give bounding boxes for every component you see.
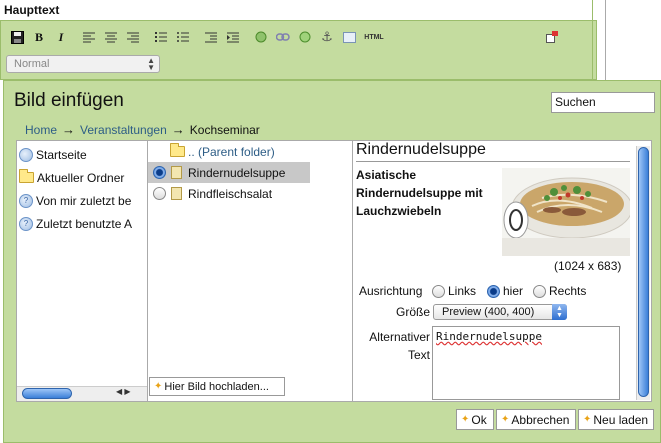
image-icon[interactable] xyxy=(250,27,272,47)
parent-folder-item[interactable]: .. (Parent folder) xyxy=(148,141,352,162)
button-label: Abbrechen xyxy=(511,412,570,427)
align-right-icon[interactable] xyxy=(122,27,144,47)
bold-button[interactable]: B xyxy=(28,27,50,47)
scroll-arrows-icon[interactable]: ◀ ▶ xyxy=(116,387,131,396)
spark-icon: ✦ xyxy=(501,414,510,425)
arrow-right-icon: → xyxy=(171,122,185,137)
cancel-button[interactable]: ✦ Abbrechen xyxy=(496,409,576,430)
dialog-title: Bild einfügen xyxy=(14,90,124,111)
file-list: .. (Parent folder) Rindernudelsuppe Rind… xyxy=(147,140,353,402)
align-left-option[interactable]: Links xyxy=(432,284,476,298)
globe-icon xyxy=(19,147,33,162)
location-nav: Startseite Aktueller Ordner ? Von mir zu… xyxy=(16,140,148,402)
breadcrumb: Home → Veranstaltungen → Kochseminar xyxy=(25,122,260,137)
parent-folder-label: .. (Parent folder) xyxy=(188,144,275,159)
upload-image-button[interactable]: ✦ Hier Bild hochladen... xyxy=(149,377,285,396)
size-label: Größe xyxy=(396,305,431,319)
alt-text-label: Alternativer Text xyxy=(362,328,430,364)
divider xyxy=(592,0,593,82)
file-radio[interactable] xyxy=(153,187,166,200)
editor-toolbar: B I ⚓ HTML xyxy=(6,26,388,48)
image-dimensions: (1024 x 683) xyxy=(554,259,622,273)
align-right-option[interactable]: Rechts xyxy=(533,284,586,298)
radio[interactable] xyxy=(533,284,546,298)
anchor-icon[interactable]: ⚓ xyxy=(316,27,338,47)
save-icon[interactable] xyxy=(6,27,28,47)
list-item[interactable]: Rindfleischsalat xyxy=(148,183,352,204)
preview-title: Rindernudelsuppe xyxy=(356,141,630,162)
file-label: Rindfleischsalat xyxy=(188,186,273,201)
nav-item-label: Von mir zuletzt be xyxy=(36,193,132,208)
breadcrumb-home[interactable]: Home xyxy=(25,123,57,137)
spark-icon: ✦ xyxy=(583,414,592,425)
nav-item-aktueller-ordner[interactable]: Aktueller Ordner xyxy=(17,166,147,189)
folder-icon xyxy=(170,143,185,157)
ordered-list-icon[interactable] xyxy=(150,27,172,47)
format-select[interactable]: Normal ▲ ▼ xyxy=(6,55,160,73)
preview-image xyxy=(502,168,630,256)
search-input[interactable]: Suchen xyxy=(551,92,655,113)
scrollbar-thumb[interactable] xyxy=(22,388,72,399)
radio[interactable] xyxy=(487,284,500,298)
question-icon: ? xyxy=(19,193,33,208)
link-icon[interactable] xyxy=(272,27,294,47)
nav-item-zuletzt-benutzte[interactable]: ? Zuletzt benutzte A xyxy=(17,212,147,235)
html-source-button[interactable]: HTML xyxy=(360,27,388,47)
file-label: Rindernudelsuppe xyxy=(188,165,286,180)
upload-icon: ✦ xyxy=(154,381,163,392)
nav-item-label: Zuletzt benutzte A xyxy=(36,216,133,231)
align-left-icon[interactable] xyxy=(78,27,100,47)
list-item[interactable]: Rindernudelsuppe xyxy=(148,162,310,183)
table-icon[interactable] xyxy=(338,27,360,47)
breadcrumb-veranstaltungen[interactable]: Veranstaltungen xyxy=(80,123,167,137)
scrollbar-thumb[interactable] xyxy=(638,147,649,397)
divider xyxy=(605,0,606,82)
radio[interactable] xyxy=(432,284,445,298)
upload-label: Hier Bild hochladen... xyxy=(164,380,269,393)
indent-icon[interactable] xyxy=(222,27,244,47)
arrow-right-icon: → xyxy=(62,122,76,137)
size-select[interactable]: Preview (400, 400) ▲ ▼ xyxy=(433,304,567,320)
select-arrows-icon: ▲ ▼ xyxy=(147,56,155,72)
file-radio[interactable] xyxy=(153,166,166,179)
image-file-icon xyxy=(171,166,182,179)
question-icon: ? xyxy=(19,216,33,231)
reload-button[interactable]: ✦ Neu laden xyxy=(578,409,654,430)
fullscreen-icon[interactable] xyxy=(541,27,563,47)
editor-label: Haupttext xyxy=(4,3,60,17)
ok-button[interactable]: ✦ Ok xyxy=(456,409,494,430)
alt-text-input[interactable]: Rindernudelsuppe xyxy=(432,326,620,400)
align-here-option[interactable]: hier xyxy=(487,284,523,298)
nav-item-startseite[interactable]: Startseite xyxy=(17,143,147,166)
unordered-list-icon[interactable] xyxy=(172,27,194,47)
button-label: Neu laden xyxy=(593,412,649,427)
alignment-label: Ausrichtung xyxy=(359,284,423,298)
alt-text-value: Rindernudelsuppe xyxy=(436,330,542,343)
alt-label-line: Alternativer xyxy=(369,330,430,344)
size-select-value: Preview (400, 400) xyxy=(442,306,535,318)
image-file-icon xyxy=(171,187,182,200)
outdent-icon[interactable] xyxy=(200,27,222,47)
align-center-icon[interactable] xyxy=(100,27,122,47)
globe-icon[interactable] xyxy=(294,27,316,47)
align-option-label: hier xyxy=(503,284,524,298)
format-select-value: Normal xyxy=(14,58,50,70)
nav-item-label: Aktueller Ordner xyxy=(37,170,125,185)
folder-icon xyxy=(19,169,34,183)
italic-button[interactable]: I xyxy=(50,27,72,47)
align-option-label: Links xyxy=(448,284,477,298)
button-label: Ok xyxy=(471,412,487,427)
align-option-label: Rechts xyxy=(549,284,587,298)
preview-description: Asiatische Rindernudelsuppe mit Lauchzwi… xyxy=(356,168,483,218)
select-arrows-icon: ▲ ▼ xyxy=(552,304,567,320)
spark-icon: ✦ xyxy=(461,414,470,425)
alt-label-line: Text xyxy=(407,348,430,362)
nav-item-von-mir-zuletzt[interactable]: ? Von mir zuletzt be xyxy=(17,189,147,212)
nav-item-label: Startseite xyxy=(36,147,87,162)
breadcrumb-current: Kochseminar xyxy=(189,122,260,137)
